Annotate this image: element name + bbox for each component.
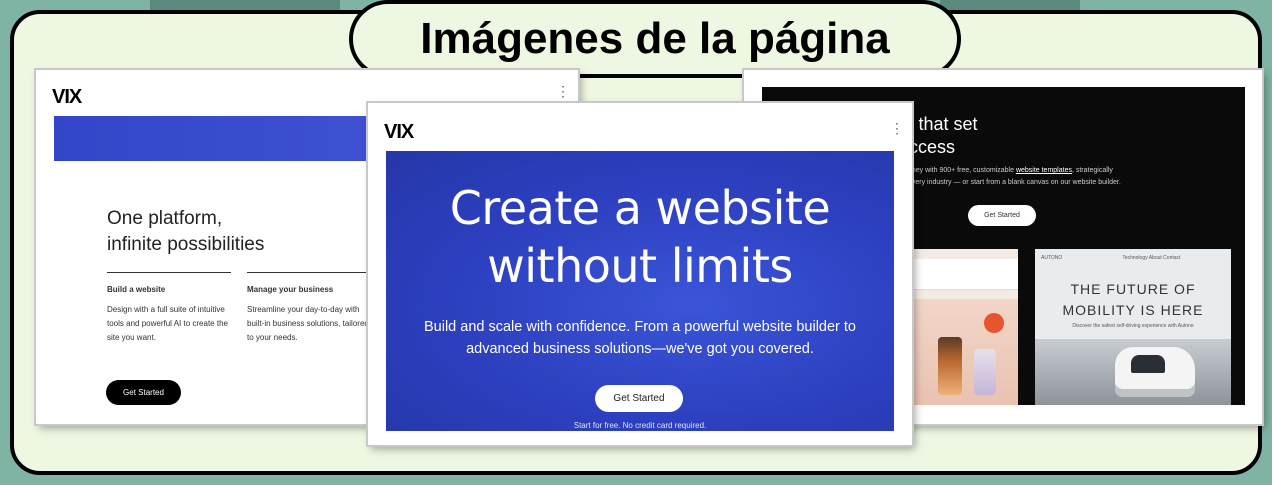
template-subtext: Discover the safest self-driving experie… (1072, 323, 1194, 329)
more-options-icon[interactable]: ⋮ (890, 121, 904, 135)
wix-logo: VIX (52, 86, 82, 108)
headline-line-2: without limits (487, 239, 793, 293)
serum-bottle-image (974, 349, 996, 395)
templates-subtext: ur journey with 900+ free, customizable … (892, 167, 1121, 186)
template-thumbnail-mobility[interactable]: AUTONO Technology About Contact THE FUTUR… (1035, 249, 1231, 405)
car-window (1131, 355, 1165, 373)
platform-headline: One platform, infinite possibilities (107, 206, 264, 258)
feature-body: Streamline your day-to-day with built-in… (247, 305, 369, 342)
feature-build-website: Build a website Design with a full suite… (107, 272, 231, 345)
headline-line-1: One platform, (107, 208, 223, 229)
feature-body: Design with a full suite of intuitive to… (107, 305, 228, 342)
feature-manage-business: Manage your business Streamline your day… (247, 272, 371, 345)
wix-logo: VIX (384, 121, 414, 143)
template-nav: AUTONO Technology About Contact (1041, 255, 1181, 261)
sale-badge (984, 313, 1004, 333)
feature-title: Manage your business (247, 285, 334, 294)
fine-print: Start for free. No credit card required. (573, 421, 707, 430)
get-started-button[interactable]: Get Started (968, 205, 1036, 226)
get-started-button[interactable]: Get Started (106, 380, 181, 405)
website-templates-link[interactable]: website templates (1016, 167, 1072, 174)
template-headline: THE FUTURE OF MOBILITY IS HERE (1062, 281, 1204, 318)
headline-line-2: infinite possibilities (107, 234, 265, 255)
template-background (910, 299, 1018, 405)
template-header (910, 259, 1018, 290)
headline-line-1: Create a website (449, 181, 831, 235)
template-thumbnail-skincare[interactable] (910, 249, 1018, 405)
hero-description: Build and scale with confidence. From a … (423, 319, 856, 357)
hero-headline: Create a website without limits (368, 179, 912, 295)
more-options-icon[interactable]: ⋮ (556, 84, 570, 98)
page-title: Imágenes de la página (349, 0, 961, 78)
feature-title: Build a website (107, 285, 166, 294)
serum-bottle-image (938, 337, 962, 395)
get-started-button[interactable]: Get Started (595, 385, 683, 412)
screenshot-wix-home: VIX ⋮ Create a website without limits Bu… (368, 103, 912, 445)
